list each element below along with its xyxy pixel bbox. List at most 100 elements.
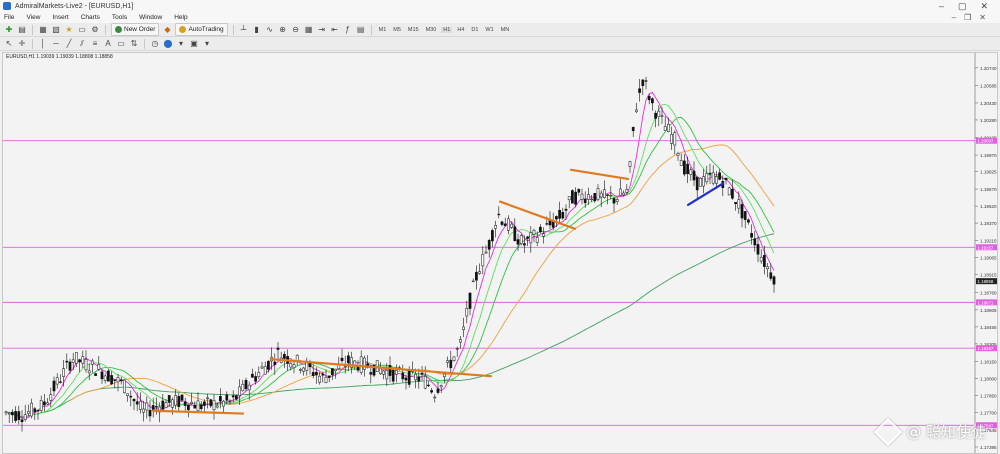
chart-info-label: EURUSD,H1 1.19039 1.19039 1.18808 1.1885…	[6, 54, 113, 60]
candle-body	[49, 394, 53, 401]
price-chart[interactable]: 1.207401.205851.204301.202801.201251.199…	[3, 53, 997, 453]
new-order-button[interactable]: New Order	[111, 23, 160, 36]
horizontal-line-icon[interactable]: ─	[51, 39, 61, 49]
indicators-icon[interactable]: ƒ	[343, 25, 353, 35]
candle-body	[619, 188, 622, 196]
timeframe-h1[interactable]: H1	[441, 26, 453, 33]
candle-body	[308, 363, 312, 368]
price-tick-label: 1.19215	[980, 239, 997, 244]
zoom-out-icon[interactable]: ⊖	[291, 25, 301, 35]
candle-body	[436, 388, 440, 393]
candle-body	[276, 347, 280, 350]
doc-close-icon[interactable]: ✕	[979, 13, 986, 22]
channel-icon[interactable]: ⫽	[77, 39, 87, 49]
candle-body	[7, 412, 11, 415]
timeframe-m5[interactable]: M5	[391, 27, 403, 33]
candle-body	[4, 411, 8, 414]
candlestick-icon[interactable]: ▮	[252, 25, 262, 35]
candle-body	[497, 213, 501, 216]
menu-view[interactable]: View	[26, 14, 40, 21]
candle-body	[375, 360, 379, 372]
candle-body	[702, 176, 705, 187]
trendline-icon[interactable]: ╱	[64, 39, 74, 49]
candle-body	[471, 280, 475, 283]
menu-insert[interactable]: Insert	[52, 14, 68, 21]
line-chart-icon[interactable]: ∿	[265, 25, 275, 35]
candle-body	[321, 373, 325, 376]
candle-body	[615, 199, 619, 202]
doc-restore-icon[interactable]: ❐	[964, 13, 971, 22]
timeframe-h4[interactable]: H4	[455, 27, 466, 33]
terminal-icon[interactable]: ▭	[77, 25, 87, 35]
menu-help[interactable]: Help	[174, 14, 187, 21]
profiles-icon[interactable]: ▤	[17, 25, 27, 35]
candle-body	[11, 411, 14, 416]
candle-body	[526, 236, 529, 239]
navigator-icon[interactable]: ★	[64, 25, 74, 35]
level-price-label: 1.20097	[978, 139, 994, 144]
crosshair-icon[interactable]: ✛	[17, 39, 27, 49]
metaeditor-icon[interactable]: ◆	[162, 25, 172, 35]
vertical-line-icon[interactable]: │	[38, 39, 48, 49]
candle-body	[766, 266, 769, 270]
templates-icon[interactable]: ▤	[356, 25, 366, 35]
menu-tools[interactable]: Tools	[112, 14, 127, 21]
bar-chart-icon[interactable]: ┴	[239, 25, 249, 35]
menu-file[interactable]: File	[4, 14, 14, 21]
menu-window[interactable]: Window	[139, 14, 162, 21]
candle-body	[100, 371, 104, 380]
candle-body	[404, 377, 408, 381]
timeframe-m15[interactable]: M15	[406, 27, 421, 33]
tile-windows-icon[interactable]: ▦	[304, 25, 314, 35]
candle-body	[580, 193, 584, 200]
maximize-icon[interactable]: ▢	[958, 1, 967, 12]
price-tick-label: 1.17850	[980, 393, 997, 398]
dropdown-icon[interactable]: ▾	[202, 39, 212, 49]
strategy-tester-icon[interactable]: ⚙	[90, 25, 100, 35]
period-icon[interactable]: ◷	[150, 39, 160, 49]
candle-body	[500, 221, 504, 225]
timeframe-d1[interactable]: D1	[469, 27, 480, 33]
menu-charts[interactable]: Charts	[81, 14, 100, 21]
auto-trading-button[interactable]: AutoTrading	[175, 23, 228, 36]
market-watch-icon[interactable]: ▦	[38, 25, 48, 35]
timeframe-m1[interactable]: M1	[377, 27, 389, 33]
candle-body	[612, 198, 616, 204]
close-icon[interactable]: ✕	[980, 1, 988, 12]
text-icon[interactable]: A	[103, 39, 113, 49]
candle-body	[87, 370, 91, 374]
watermark: @ 聪知使徒	[874, 417, 986, 446]
fibonacci-icon[interactable]: ≡	[90, 39, 100, 49]
arrows-icon[interactable]: ⇅	[129, 39, 139, 49]
new-chart-icon[interactable]: ✚	[4, 25, 14, 35]
price-tick-label: 1.20585	[980, 83, 997, 88]
candle-body	[583, 198, 587, 204]
candle-body	[244, 379, 248, 390]
doc-minimize-icon[interactable]: –	[952, 13, 956, 22]
zoom-in-icon[interactable]: ⊕	[278, 25, 288, 35]
data-window-icon[interactable]: ▧	[51, 25, 61, 35]
timeframe-w1[interactable]: W1	[483, 27, 495, 33]
candle-body	[177, 396, 181, 407]
timeframe-m30[interactable]: M30	[424, 27, 439, 33]
cursor-icon[interactable]: ↖	[4, 39, 14, 49]
candle-body	[462, 326, 465, 331]
dropdown-icon[interactable]: ▾	[176, 39, 186, 49]
price-tick-label: 1.19970	[980, 153, 997, 158]
candle-body	[113, 379, 117, 381]
minimize-icon[interactable]: –	[939, 1, 944, 12]
screenshot-icon[interactable]: ▣	[189, 39, 199, 49]
candle-body	[535, 237, 539, 243]
candle-body	[593, 193, 597, 202]
candle-body	[455, 348, 459, 350]
chart-area[interactable]: 1.207401.205851.204301.202801.201251.199…	[2, 52, 998, 454]
candle-body	[62, 368, 65, 377]
objects-icon[interactable]: ⬤	[163, 39, 173, 49]
candle-body	[481, 254, 485, 267]
autoscroll-icon[interactable]: ⇥	[317, 25, 327, 35]
timeframe-mn[interactable]: MN	[499, 27, 512, 33]
label-icon[interactable]: ▭	[116, 39, 126, 49]
chart-shift-icon[interactable]: ⇤	[330, 25, 340, 35]
candle-body	[110, 375, 113, 385]
candle-body	[731, 188, 734, 199]
